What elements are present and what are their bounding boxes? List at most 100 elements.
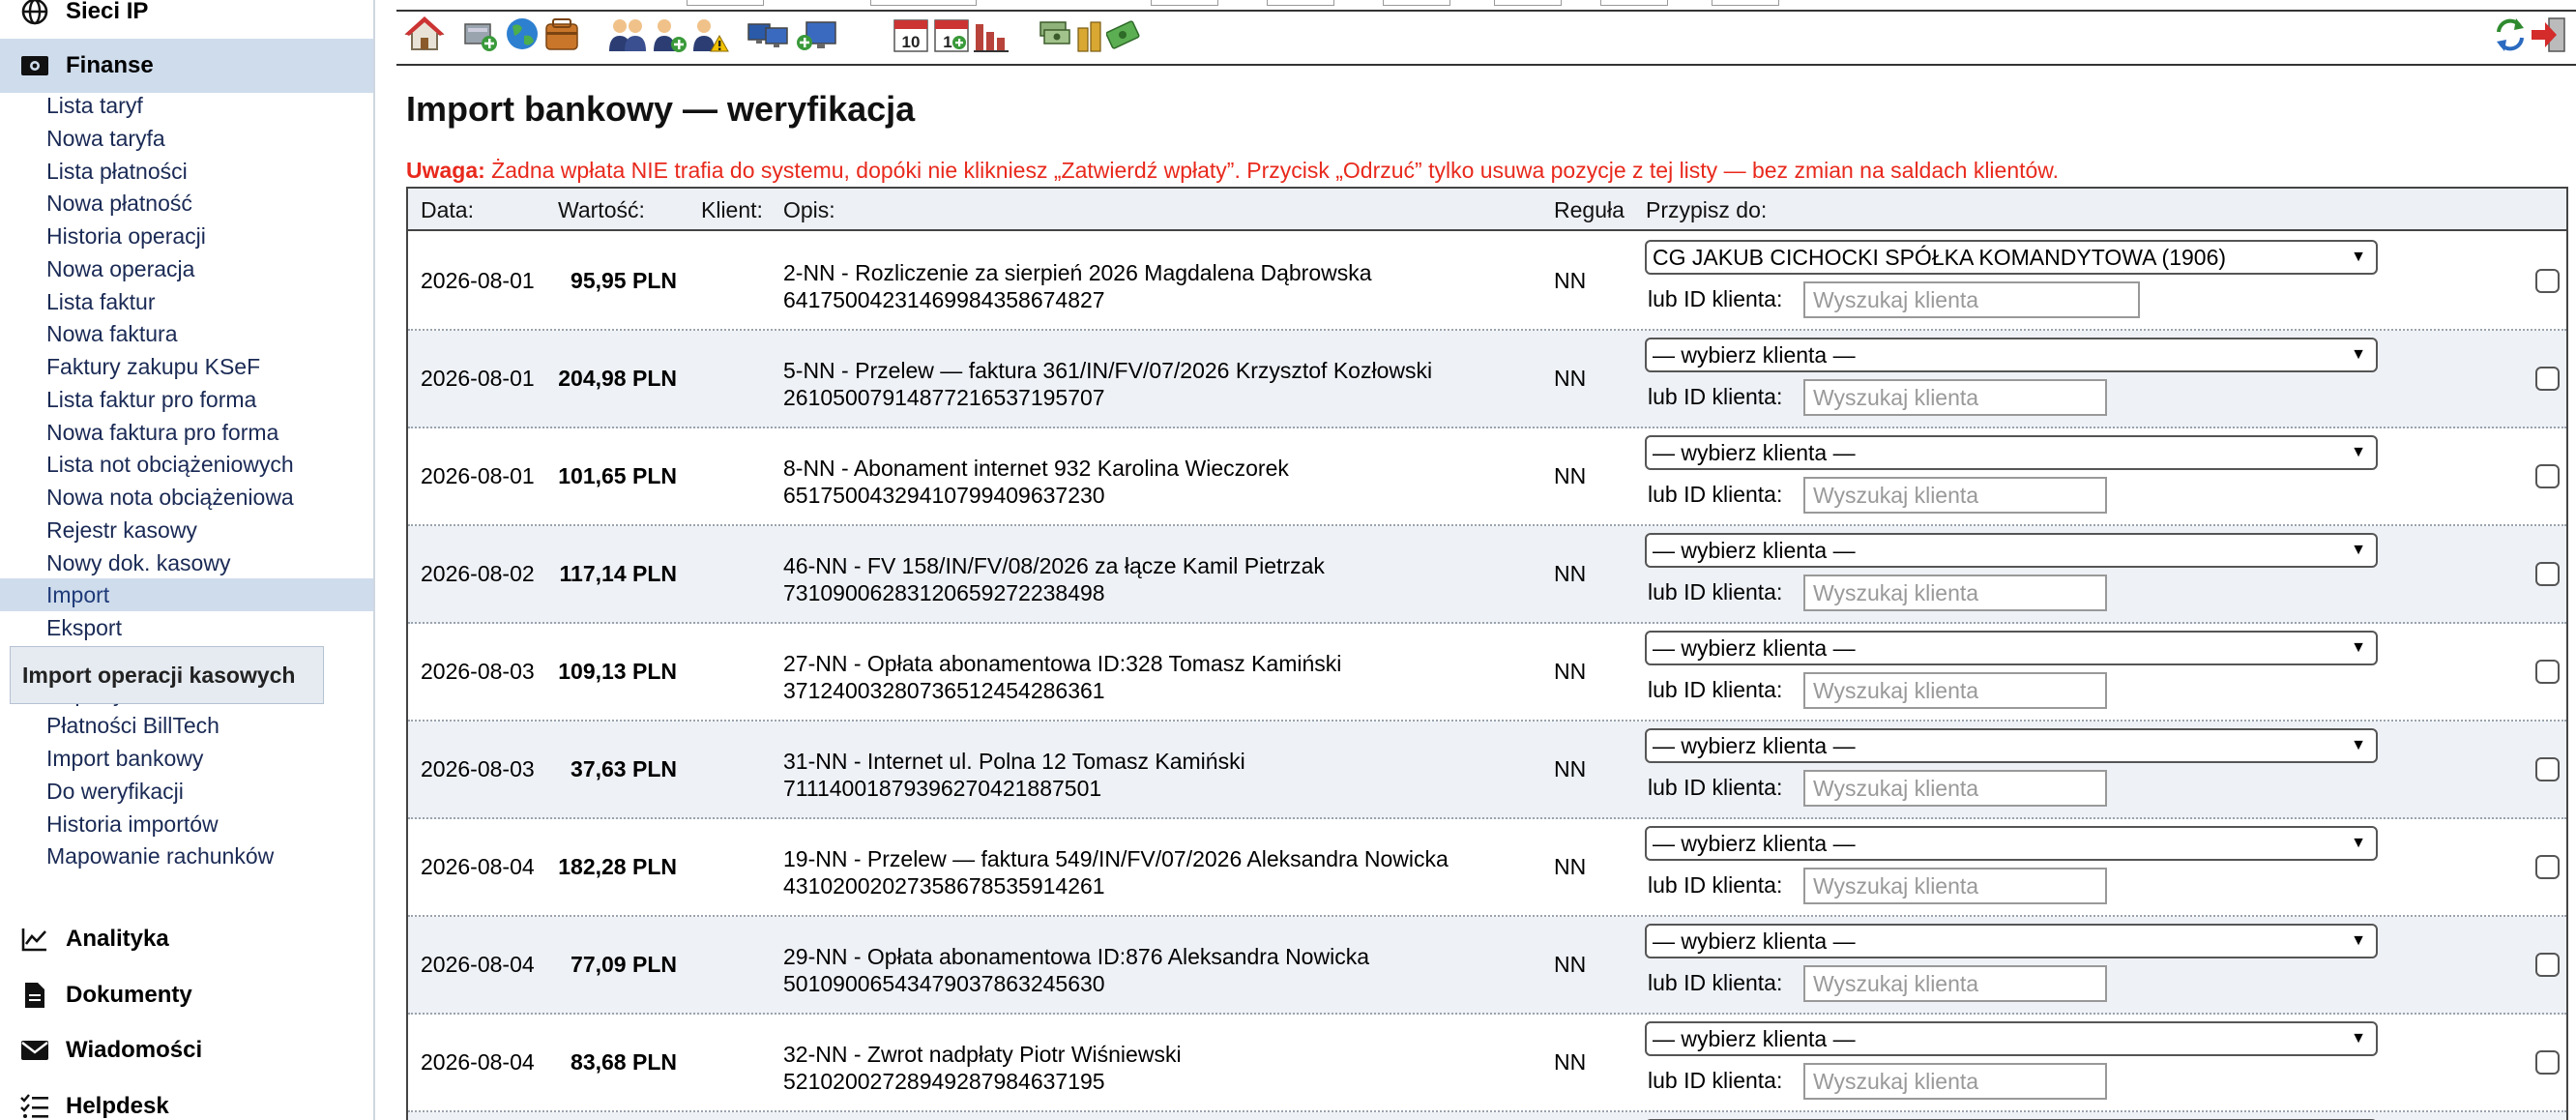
- row-checkbox[interactable]: [2535, 367, 2560, 391]
- strip-tab[interactable]: [1600, 0, 1668, 6]
- network-add-icon[interactable]: [462, 15, 501, 58]
- row-account-number: 37124003280736512454286361: [783, 678, 1105, 703]
- sidebar-item[interactable]: Mapowanie rachunków: [0, 840, 373, 872]
- section-wiadomosci[interactable]: Wiadomości: [0, 1023, 373, 1077]
- row-description-title: 19-NN - Przelew — faktura 549/IN/FV/07/2…: [783, 846, 1449, 871]
- globe-icon[interactable]: [503, 15, 542, 58]
- sidebar-item[interactable]: Nowa taryfa: [0, 122, 373, 155]
- row-checkbox[interactable]: [2535, 660, 2560, 684]
- money-add-icon[interactable]: [1105, 15, 1143, 58]
- user-warning-icon[interactable]: [690, 15, 729, 58]
- dropdown-caret-icon: ▼: [2351, 249, 2366, 265]
- wallet-icon[interactable]: [543, 15, 580, 58]
- svg-text:10: 10: [902, 33, 921, 51]
- money-stack-icon[interactable]: [1037, 15, 1073, 58]
- sidebar-item[interactable]: Nowa faktura: [0, 317, 373, 350]
- table-row: 2026-08-01 95,95 PLN 2-NN - Rozliczenie za…: [408, 233, 2566, 331]
- section-sieci-ip[interactable]: Sieci IP: [0, 0, 373, 39]
- sidebar-item[interactable]: Nowa faktura pro forma: [0, 416, 373, 449]
- row-date: 2026-08-01: [421, 366, 535, 391]
- users-icon[interactable]: [607, 15, 648, 58]
- row-checkbox[interactable]: [2535, 269, 2560, 293]
- row-checkbox[interactable]: [2535, 1050, 2560, 1075]
- refresh-icon[interactable]: [2493, 15, 2528, 58]
- toolbar-group-home: [404, 16, 445, 58]
- row-checkbox[interactable]: [2535, 855, 2560, 879]
- sidebar-item[interactable]: Lista not obciążeniowych: [0, 448, 373, 481]
- client-search-input[interactable]: [1803, 868, 2107, 904]
- client-search-input[interactable]: [1803, 1063, 2107, 1100]
- client-select[interactable]: — wybierz klienta — ▼: [1645, 533, 2378, 568]
- client-select[interactable]: — wybierz klienta — ▼: [1645, 338, 2378, 372]
- client-select[interactable]: — wybierz klienta — ▼: [1645, 728, 2378, 763]
- computer-add-icon[interactable]: [793, 15, 839, 58]
- dropdown-caret-icon: ▼: [2351, 835, 2366, 851]
- client-search-input[interactable]: [1803, 672, 2107, 709]
- strip-tab[interactable]: [1151, 0, 1218, 6]
- section-analityka[interactable]: Analityka: [0, 912, 373, 966]
- section-helpdesk[interactable]: Helpdesk: [0, 1079, 373, 1120]
- row-date: 2026-08-04: [421, 854, 535, 879]
- app-window: Sieci IP Finanse Lista taryf Nowa taryfa L…: [0, 0, 2576, 1120]
- strip-tab[interactable]: [1383, 0, 1450, 6]
- sidebar-item[interactable]: Nowa nota obciążeniowa: [0, 481, 373, 514]
- row-account-number: 73109006283120659272238498: [783, 580, 1105, 605]
- toolbar-group-network: [462, 18, 580, 58]
- sidebar-item[interactable]: Nowa płatność: [0, 187, 373, 220]
- sidebar-item[interactable]: Lista faktur: [0, 285, 373, 318]
- sidebar-item[interactable]: Historia operacji: [0, 220, 373, 252]
- client-search-input[interactable]: [1803, 281, 2140, 318]
- client-select[interactable]: CG JAKUB CICHOCKI SPÓŁKA KOMANDYTOWA (19…: [1645, 240, 2378, 275]
- table-header: Data: Wartość: Klient: Opis: Reguła Przy…: [408, 189, 2566, 231]
- sidebar-item[interactable]: Lista płatności: [0, 155, 373, 188]
- client-select[interactable]: — wybierz klienta — ▼: [1645, 924, 2378, 958]
- sidebar-item[interactable]: Import: [0, 578, 373, 612]
- row-description-title: 32-NN - Zwrot nadpłaty Piotr Wiśniewski: [783, 1042, 1182, 1067]
- client-select[interactable]: — wybierz klienta — ▼: [1645, 826, 2378, 861]
- user-add-icon[interactable]: [650, 15, 688, 58]
- logout-icon[interactable]: [2530, 15, 2568, 58]
- client-select-value: — wybierz klienta —: [1653, 342, 1856, 368]
- sidebar-item[interactable]: Lista taryf: [0, 89, 373, 122]
- client-search-input[interactable]: [1803, 477, 2107, 514]
- header-date: Data:: [421, 197, 474, 222]
- sidebar-item[interactable]: Import bankowy: [0, 742, 373, 775]
- strip-tab[interactable]: [1712, 0, 1779, 6]
- computers-icon[interactable]: [746, 15, 791, 58]
- coins-icon[interactable]: [1075, 15, 1104, 58]
- bar-chart-icon[interactable]: [973, 15, 1010, 58]
- calendar-add-icon[interactable]: 1: [932, 15, 971, 58]
- client-search-input[interactable]: [1803, 770, 2107, 807]
- sidebar-item[interactable]: Nowa operacja: [0, 252, 373, 285]
- row-checkbox[interactable]: [2535, 562, 2560, 586]
- sidebar-item[interactable]: Faktury zakupu KSeF: [0, 350, 373, 383]
- sidebar-item[interactable]: Eksport: [0, 611, 373, 644]
- client-search-input[interactable]: [1803, 965, 2107, 1002]
- home-icon[interactable]: [404, 15, 445, 58]
- row-value: 83,68 PLN: [571, 1049, 677, 1075]
- row-checkbox[interactable]: [2535, 464, 2560, 488]
- client-select[interactable]: — wybierz klienta — ▼: [1645, 631, 2378, 665]
- strip-tab[interactable]: [1494, 0, 1562, 6]
- calendar-10-icon[interactable]: 10: [892, 15, 930, 58]
- sidebar-item[interactable]: Płatności BillTech: [0, 709, 373, 742]
- section-label: Finanse: [66, 52, 154, 78]
- section-dokumenty[interactable]: Dokumenty: [0, 968, 373, 1022]
- client-id-label: lub ID klienta:: [1648, 970, 1783, 995]
- section-finanse[interactable]: Finanse: [0, 39, 373, 93]
- client-select-value: — wybierz klienta —: [1653, 928, 1856, 954]
- client-select[interactable]: — wybierz klienta — ▼: [1645, 435, 2378, 470]
- sidebar-item[interactable]: Historia importów: [0, 808, 373, 840]
- row-checkbox[interactable]: [2535, 953, 2560, 977]
- sidebar-item[interactable]: Nowy dok. kasowy: [0, 546, 373, 579]
- sidebar-item[interactable]: Rejestr kasowy: [0, 514, 373, 546]
- client-select[interactable]: — wybierz klienta — ▼: [1645, 1021, 2378, 1056]
- strip-tab[interactable]: [1267, 0, 1334, 6]
- row-checkbox[interactable]: [2535, 757, 2560, 781]
- client-search-input[interactable]: [1803, 575, 2107, 611]
- client-search-input[interactable]: [1803, 379, 2107, 416]
- sidebar-item[interactable]: Lista faktur pro forma: [0, 383, 373, 416]
- sidebar-item[interactable]: Do weryfikacji: [0, 775, 373, 808]
- strip-tab[interactable]: [687, 0, 764, 6]
- strip-tab[interactable]: [870, 0, 977, 6]
